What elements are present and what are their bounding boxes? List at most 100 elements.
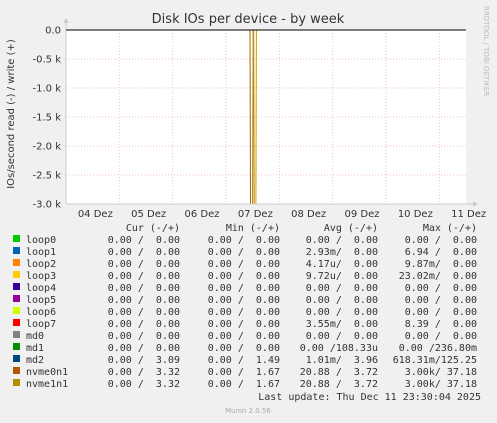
legend-value-min: 0.00 / 0.00 [208,343,280,354]
x-tick-label: 04 Dez [78,209,113,220]
legend-header-cur: Cur (-/+) [126,223,180,234]
legend-value-max: 0.00 / 0.00 [405,295,477,306]
legend-value-min: 0.00 / 0.00 [208,259,280,270]
legend-value-avg: 3.55m/ 0.00 [306,319,378,330]
legend-value-cur: 0.00 / 0.00 [108,235,180,246]
legend-series-name: nvme0n1 [26,367,68,378]
x-tick-label: 06 Dez [184,209,219,220]
legend-series-name: loop0 [26,235,56,246]
chart-svg: Disk IOs per device - by week IOs/second… [0,0,497,419]
legend-series-name: loop6 [26,307,56,318]
legend-value-cur: 0.00 / 0.00 [108,295,180,306]
legend-header-max: Max (-/+) [423,223,477,234]
y-tick-label: -1.0 k [33,84,62,95]
legend-swatch [13,343,20,350]
legend-swatch [13,307,20,314]
legend-value-avg: 0.00 / 0.00 [306,307,378,318]
legend-value-avg: 2.93m/ 0.00 [306,247,378,258]
legend-value-cur: 0.00 / 0.00 [108,247,180,258]
x-tick-label: 11 Dez [451,209,486,220]
legend-value-cur: 0.00 / 0.00 [108,343,180,354]
legend-swatch [13,283,20,290]
legend-value-cur: 0.00 / 3.32 [108,379,180,390]
legend-value-avg: 0.00 / 0.00 [306,295,378,306]
legend-value-avg: 9.72u/ 0.00 [306,271,378,282]
legend-series-name: nvme1n1 [26,379,68,390]
legend-value-cur: 0.00 / 0.00 [108,307,180,318]
y-tick-label: -2.0 k [33,142,62,153]
legend-header-avg: Avg (-/+) [324,223,378,234]
legend-swatch [13,247,20,254]
legend-value-max: 0.00 / 0.00 [405,307,477,318]
legend-swatch [13,271,20,278]
legend-swatch [13,319,20,326]
legend-value-avg: 0.00 / 0.00 [306,235,378,246]
legend-value-cur: 0.00 / 0.00 [108,259,180,270]
legend-series-name: md0 [26,331,44,342]
legend-series-name: loop7 [26,319,56,330]
legend-value-max: 6.94 / 0.00 [405,247,477,258]
legend-value-avg: 20.88 / 3.72 [300,367,378,378]
legend-value-avg: 0.00 / 0.00 [306,283,378,294]
legend-value-min: 0.00 / 0.00 [208,307,280,318]
last-update: Last update: Thu Dec 11 23:30:04 2025 [258,392,481,403]
legend-swatch [13,235,20,242]
x-tick-label: 09 Dez [344,209,379,220]
legend-value-max: 0.00 / 0.00 [405,235,477,246]
y-tick-label: 0.0 [45,26,61,37]
y-tick-label: -2.5 k [33,171,62,182]
legend-value-avg: 4.17u/ 0.00 [306,259,378,270]
y-axis-label: IOs/second read (-) / write (+) [6,39,17,189]
legend-value-min: 0.00 / 0.00 [208,283,280,294]
legend-swatch [13,259,20,266]
legend-value-min: 0.00 / 1.67 [208,367,280,378]
x-tick-label: 10 Dez [398,209,433,220]
legend-series-name: loop1 [26,247,56,258]
legend-value-max: 0.00 / 0.00 [405,283,477,294]
legend-value-avg: 20.88 / 3.72 [300,379,378,390]
legend-series-name: md2 [26,355,44,366]
legend-value-min: 0.00 / 0.00 [208,247,280,258]
legend-swatch [13,295,20,302]
legend-value-cur: 0.00 / 0.00 [108,283,180,294]
legend-value-min: 0.00 / 1.67 [208,379,280,390]
legend-value-min: 0.00 / 0.00 [208,235,280,246]
y-tick-label: -1.5 k [33,113,62,124]
legend-value-avg: 0.00 / 0.00 [306,331,378,342]
legend-swatch [13,355,20,362]
x-tick-label: 08 Dez [291,209,326,220]
legend-value-max: 0.00 / 0.00 [405,331,477,342]
chart: Disk IOs per device - by week IOs/second… [0,0,497,419]
legend-swatch [13,331,20,338]
legend-series-name: md1 [26,343,44,354]
y-tick-label: -3.0 k [33,200,62,211]
legend-header-min: Min (-/+) [226,223,280,234]
legend-value-cur: 0.00 / 0.00 [108,271,180,282]
legend-value-max: 618.31m/125.25 [393,355,477,366]
legend-value-avg: 1.01m/ 3.96 [306,355,378,366]
legend-value-max: 0.00 /236.80m [399,343,477,354]
legend-series-name: loop2 [26,259,56,270]
legend-value-max: 23.02m/ 0.00 [399,271,477,282]
legend-value-min: 0.00 / 0.00 [208,271,280,282]
x-tick-label: 07 Dez [238,209,273,220]
legend-value-max: 8.39 / 0.00 [405,319,477,330]
rrdtool-credit: RRDTOOL / TOBI OETIKER [482,6,490,96]
legend-value-cur: 0.00 / 0.00 [108,319,180,330]
legend-value-max: 3.00k/ 37.18 [405,367,477,378]
munin-version: Munin 2.0.56 [225,407,271,415]
legend-value-cur: 0.00 / 0.00 [108,331,180,342]
legend-swatch [13,367,20,374]
legend-value-min: 0.00 / 0.00 [208,331,280,342]
y-tick-label: -0.5 k [33,55,62,66]
legend-swatch [13,379,20,386]
legend-value-min: 0.00 / 0.00 [208,295,280,306]
legend-value-min: 0.00 / 1.49 [208,355,280,366]
x-tick-label: 05 Dez [131,209,166,220]
legend-value-min: 0.00 / 0.00 [208,319,280,330]
legend-value-cur: 0.00 / 3.32 [108,367,180,378]
legend-value-max: 9.87m/ 0.00 [405,259,477,270]
legend-value-avg: 0.00 /108.33u [300,343,378,354]
legend-value-cur: 0.00 / 3.09 [108,355,180,366]
legend-series-name: loop5 [26,295,56,306]
